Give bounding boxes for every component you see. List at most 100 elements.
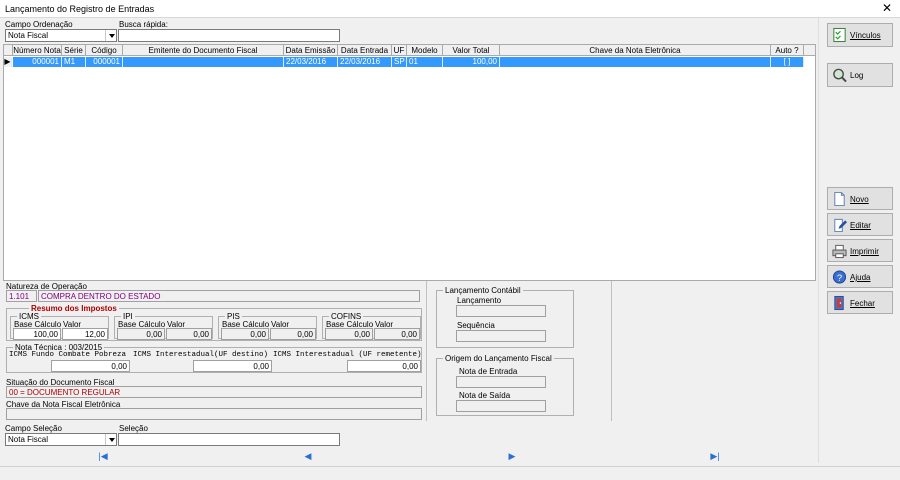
edit-pencil-icon xyxy=(834,218,847,233)
cell-modelo[interactable]: 01 xyxy=(407,57,443,67)
grid-header: Número Nota Série Código Emitente do Doc… xyxy=(4,45,815,56)
editar-label: Editar xyxy=(850,221,871,230)
log-button[interactable]: Log xyxy=(827,63,893,87)
chave-value xyxy=(6,408,422,420)
origem-lancamento-group: Origem do Lançamento Fiscal Nota de Entr… xyxy=(436,354,574,416)
ordenacao-select[interactable]: Nota Fiscal xyxy=(5,29,117,42)
vinculos-label: Vínculos xyxy=(850,31,881,40)
cell-emissao[interactable]: 22/03/2016 xyxy=(284,57,338,67)
close-icon[interactable]: ✕ xyxy=(880,1,894,15)
ipi-valor: 0,00 xyxy=(166,328,212,340)
cofins-group: COFINS Base Cálculo Valor 0,00 0,00 xyxy=(322,312,421,340)
chevron-down-icon[interactable] xyxy=(105,30,116,41)
nt-label-3: ICMS Interestadual (UF remetente) xyxy=(273,351,422,359)
col-uf[interactable]: UF xyxy=(392,45,407,56)
lancamento-contabil-group: Lançamento Contábil Lançamento Sequência xyxy=(436,286,574,348)
lancamento-label: Lançamento xyxy=(457,296,502,305)
contabil-title: Lançamento Contábil xyxy=(443,286,523,295)
novo-button[interactable]: Novo xyxy=(827,187,893,210)
selecao-campo-label: Campo Seleção xyxy=(5,424,62,433)
printer-icon xyxy=(832,244,847,259)
selecao-input[interactable] xyxy=(118,433,340,446)
chevron-down-icon[interactable] xyxy=(105,434,116,445)
nt-label-2: ICMS Interestadual(UF destino) xyxy=(133,351,269,359)
cell-serie[interactable]: M1 xyxy=(62,57,86,67)
col-numero[interactable]: Número Nota xyxy=(13,45,62,56)
last-record-icon[interactable]: ▶| xyxy=(708,451,722,463)
selecao-campo-select[interactable]: Nota Fiscal xyxy=(5,433,117,446)
svg-text:?: ? xyxy=(837,273,842,283)
help-icon: ? xyxy=(832,270,847,284)
nt-val-3: 0,00 xyxy=(347,360,421,372)
record-navigator: |◀ ◀ ▶ ▶| xyxy=(0,448,818,466)
ajuda-button[interactable]: ? Ajuda xyxy=(827,265,893,288)
col-auto[interactable]: Auto ? xyxy=(771,45,804,56)
cell-numero[interactable]: 000001 xyxy=(13,57,62,67)
resumo-title: Resumo dos Impostos xyxy=(29,304,119,313)
col-emitente[interactable]: Emitente do Documento Fiscal xyxy=(123,45,284,56)
cell-emitente[interactable] xyxy=(123,57,284,67)
nota-tecnica-group: Nota Técnica : 003/2015 ICMS Fundo Comba… xyxy=(6,343,422,373)
nota-entrada-field xyxy=(456,376,546,388)
cell-valor[interactable]: 100,00 xyxy=(443,57,500,67)
col-entrada[interactable]: Data Entrada xyxy=(338,45,392,56)
col-modelo[interactable]: Modelo xyxy=(407,45,443,56)
icms-base: 100,00 xyxy=(13,328,61,340)
selecao-label: Seleção xyxy=(119,424,148,433)
busca-input[interactable] xyxy=(118,29,340,42)
first-record-icon[interactable]: |◀ xyxy=(96,451,110,463)
novo-label: Novo xyxy=(850,195,869,204)
imprimir-button[interactable]: Imprimir xyxy=(827,239,893,262)
magnifier-icon xyxy=(833,68,847,83)
next-record-icon[interactable]: ▶ xyxy=(505,451,519,463)
cell-auto[interactable]: [ ] xyxy=(771,57,804,67)
lancamento-field xyxy=(456,305,546,317)
resumo-impostos-group: Resumo dos Impostos ICMS Base Cálculo Va… xyxy=(6,304,422,341)
cell-uf[interactable]: SP xyxy=(392,57,407,67)
col-emissao[interactable]: Data Emissão xyxy=(284,45,338,56)
cofins-valor: 0,00 xyxy=(374,328,420,340)
cell-codigo[interactable]: 000001 xyxy=(86,57,123,67)
icms-valor: 12,00 xyxy=(62,328,108,340)
icms-group: ICMS Base Cálculo Valor 100,00 12,00 xyxy=(10,312,109,340)
ajuda-label: Ajuda xyxy=(850,273,871,282)
ordenacao-value: Nota Fiscal xyxy=(8,31,49,40)
divider xyxy=(426,281,427,421)
status-bar xyxy=(0,466,900,480)
nota-saida-label: Nota de Saída xyxy=(459,391,511,400)
fechar-label: Fechar xyxy=(850,299,875,308)
pis-base: 0,00 xyxy=(221,328,269,340)
row-indicator-icon: ▶ xyxy=(4,57,12,67)
divider xyxy=(611,281,612,421)
pis-group: PIS Base Cálculo Valor 0,00 0,00 xyxy=(218,312,317,340)
col-chave[interactable]: Chave da Nota Eletrônica xyxy=(500,45,771,56)
imprimir-label: Imprimir xyxy=(850,247,879,256)
vinculos-button[interactable]: Vínculos xyxy=(827,23,893,47)
previous-record-icon[interactable]: ◀ xyxy=(301,451,315,463)
title-bar: Lançamento do Registro de Entradas ✕ xyxy=(0,0,900,18)
nt-label-1: ICMS Fundo Combate Pobreza xyxy=(9,351,127,359)
ipi-base: 0,00 xyxy=(117,328,165,340)
action-sidebar: Vínculos Log Novo Editar Imprimir ? Ajud… xyxy=(818,18,900,463)
col-codigo[interactable]: Código xyxy=(86,45,123,56)
entries-grid[interactable]: Número Nota Série Código Emitente do Doc… xyxy=(3,44,816,281)
log-label: Log xyxy=(850,71,864,80)
detail-panel: Natureza de Operação 1.101 COMPRA DENTRO… xyxy=(3,281,816,423)
exit-door-icon xyxy=(834,295,844,311)
sequencia-field xyxy=(456,330,546,342)
nt-val-1: 0,00 xyxy=(51,360,130,372)
nota-entrada-label: Nota de Entrada xyxy=(459,367,518,376)
fechar-button[interactable]: Fechar xyxy=(827,291,893,314)
editar-button[interactable]: Editar xyxy=(827,213,893,236)
selecao-campo-value: Nota Fiscal xyxy=(8,435,49,444)
cell-entrada[interactable]: 22/03/2016 xyxy=(338,57,392,67)
col-valor[interactable]: Valor Total xyxy=(443,45,500,56)
natureza-code: 1.101 xyxy=(6,290,37,302)
col-serie[interactable]: Série xyxy=(62,45,86,56)
table-row[interactable]: ▶ 000001 M1 000001 22/03/2016 22/03/2016… xyxy=(4,57,815,67)
window-title: Lançamento do Registro de Entradas xyxy=(5,4,155,14)
cofins-base: 0,00 xyxy=(325,328,373,340)
nt-val-2: 0,00 xyxy=(193,360,272,372)
sequencia-label: Sequência xyxy=(457,321,495,330)
cell-chave[interactable] xyxy=(500,57,771,67)
